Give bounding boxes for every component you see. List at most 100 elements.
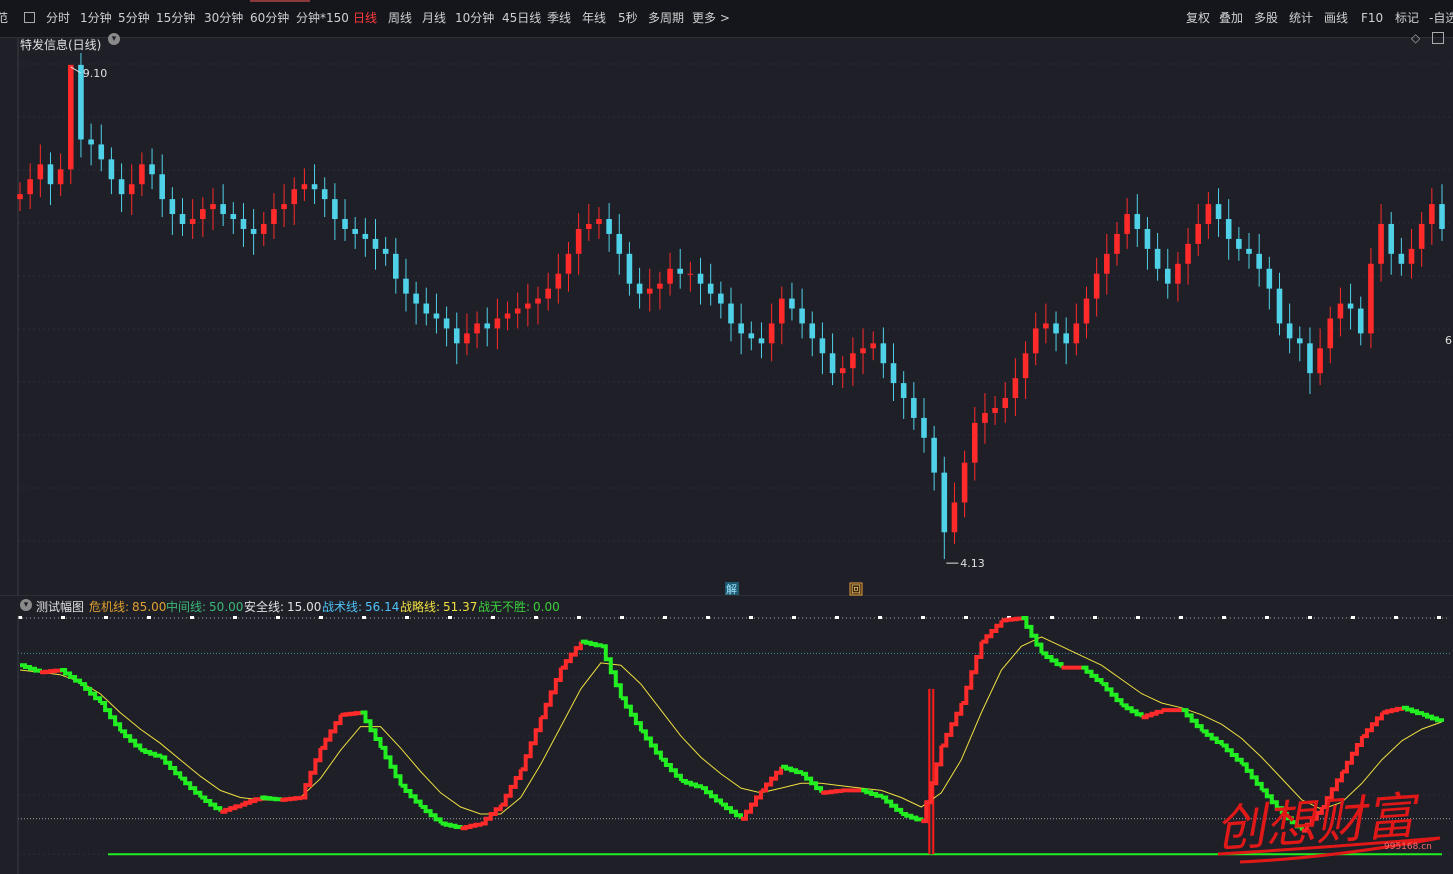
indicator-3: 战术线: 56.14: [322, 598, 399, 615]
candle-body: [332, 199, 338, 220]
sub-settings-icon[interactable]: ▾: [20, 599, 32, 611]
candle-body: [291, 189, 298, 205]
candle-body: [88, 139, 94, 145]
indicator-0: 危机线: 85.00: [89, 598, 166, 615]
top-marker: [491, 616, 495, 619]
tactic-line-segment: [981, 620, 1004, 644]
candle-body: [464, 333, 470, 344]
top-marker: [620, 616, 624, 619]
candle-body: [1144, 228, 1151, 249]
top-marker: [534, 616, 538, 619]
candle-body: [169, 199, 176, 215]
tactic-line-segment: [440, 821, 463, 829]
tactic-line-segment: [220, 804, 243, 814]
candle-body: [1225, 219, 1232, 239]
top-marker: [1136, 616, 1140, 619]
top-marker: [663, 616, 667, 619]
top-marker: [749, 616, 753, 619]
candle-body: [1083, 298, 1090, 324]
tactic-line-segment: [620, 696, 643, 732]
tactic-line-segment: [380, 745, 403, 786]
candle-body: [1388, 224, 1395, 254]
candle-body: [504, 313, 511, 319]
tactic-line-segment: [1021, 616, 1044, 654]
candle-body: [616, 233, 623, 254]
candle-body: [606, 219, 612, 234]
candle-body: [768, 323, 775, 344]
top-marker: [405, 616, 409, 619]
top-marker: [1437, 616, 1441, 619]
return-badge[interactable]: 回: [849, 582, 863, 596]
sub-panel-name: 测试幅图: [36, 600, 85, 614]
candle-body: [626, 253, 633, 284]
candle-body: [37, 164, 44, 180]
candle-body: [545, 288, 551, 299]
tactic-line-segment: [100, 701, 123, 732]
tactic-line-segment: [420, 805, 443, 824]
return-badge-text: 回: [851, 584, 861, 596]
indicator-2: 安全线: 15.00: [244, 598, 321, 615]
candle-body: [961, 462, 968, 503]
candle-body: [1114, 233, 1120, 254]
candle-body: [525, 303, 531, 309]
candle-body: [687, 273, 694, 275]
tactic-line-segment: [1001, 616, 1024, 623]
candle-body: [778, 298, 785, 324]
tactic-line-segment: [1041, 651, 1064, 668]
tactic-line-segment: [1201, 729, 1224, 746]
candle-body: [1429, 204, 1435, 224]
candle-body: [1276, 288, 1283, 324]
candle-body: [1418, 224, 1425, 249]
candle-body: [514, 308, 521, 314]
tactic-line-segment: [260, 795, 283, 802]
top-marker: [577, 616, 581, 619]
candle-body: [1175, 263, 1181, 284]
tactic-line-segment: [881, 795, 904, 814]
candle-body: [149, 164, 155, 175]
tactic-line-segment: [1121, 703, 1144, 718]
indicator-value: 85.00: [132, 600, 167, 614]
candle-body: [200, 209, 206, 220]
unlock-badge[interactable]: 解: [725, 582, 739, 596]
tactic-line-segment: [1081, 665, 1104, 685]
indicator-label: 战术线:: [322, 600, 363, 614]
candle-body: [565, 253, 572, 274]
candle-body: [484, 323, 491, 329]
tactic-line-segment: [140, 748, 163, 758]
oscillator-chart: 创想财富 995168.cn: [17, 616, 1450, 874]
candle-body: [27, 179, 33, 195]
tactic-line-segment: [1341, 736, 1364, 774]
candle-body: [982, 412, 988, 423]
candle-body: [1185, 243, 1191, 264]
indicator-label: 危机线:: [89, 600, 130, 614]
candle-body: [139, 164, 145, 185]
candle-body: [1398, 253, 1405, 264]
tactic-line-segment: [680, 779, 703, 789]
candle-body: [1307, 343, 1313, 374]
candle-body: [1053, 323, 1059, 334]
tactic-line-segment: [500, 769, 523, 807]
candle-body: [108, 159, 115, 180]
candle-body: [413, 293, 419, 304]
top-marker: [1222, 616, 1226, 619]
top-marker: [61, 616, 65, 619]
tactic-line-segment: [1141, 709, 1164, 720]
candle-body: [260, 224, 267, 234]
candle-body: [586, 224, 592, 229]
candle-body: [423, 303, 430, 314]
candle-body: [900, 383, 907, 399]
top-marker: [147, 616, 151, 619]
indicator-value: 0.00: [533, 600, 560, 614]
tactic-line-segment: [781, 764, 804, 775]
candle-body: [789, 298, 795, 309]
candle-body: [474, 323, 480, 334]
tactic-line-segment: [540, 667, 563, 720]
candle-body: [992, 407, 998, 413]
candle-body: [230, 214, 237, 220]
top-marker: [104, 616, 108, 619]
top-marker: [233, 616, 237, 619]
candle-body: [403, 278, 409, 294]
candle-body: [829, 353, 836, 374]
indicator-label: 战略线:: [400, 600, 441, 614]
candle-body: [931, 437, 937, 473]
